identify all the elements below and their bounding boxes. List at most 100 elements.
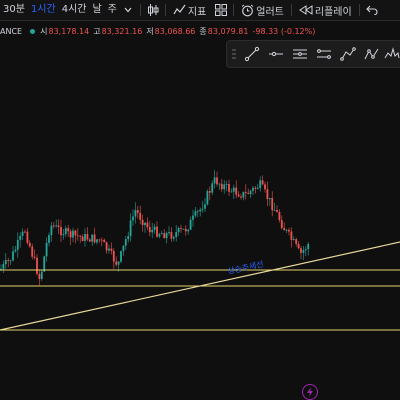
candle-body [4,259,7,265]
candle-body [211,183,214,193]
interval-4h[interactable]: 4시간 [59,0,90,20]
candle-body [165,233,168,239]
replay-icon [298,5,313,15]
candle-body [261,180,264,185]
candle-body [91,234,94,242]
candle-body [177,227,180,233]
symbol-name[interactable]: ANCE [0,27,22,36]
candle-body [302,250,305,253]
candle-body [280,220,283,229]
candle-body [146,222,149,228]
candle-body [7,259,10,261]
close-value: 83,079.81 [207,26,249,36]
candle-body [93,234,96,243]
candle-body [225,183,228,185]
candle-body [206,191,209,205]
candle-body [240,196,242,198]
undo-icon[interactable] [364,2,380,18]
trend-line-icon [244,46,260,62]
candle-body [235,187,238,195]
candle-body [14,249,17,252]
candle-body [86,234,89,240]
toolbar-divider [233,4,235,16]
replay-button[interactable]: 리플레이 [296,3,355,18]
price-chart[interactable]: 상승추세선 [0,70,400,400]
candle-body [148,227,151,233]
candle-body [60,227,62,236]
parallel-channel-icon [317,49,331,59]
layouts-grid-icon[interactable] [213,2,229,18]
candle-body [132,216,134,221]
horizontal-lines-tool[interactable] [290,44,310,64]
candle-body [156,226,158,237]
candle-body [201,208,204,210]
toolbar-divider [290,4,292,16]
drag-handle-icon[interactable] [232,48,236,60]
fib-retracement-tool[interactable] [338,44,358,64]
indicators-button[interactable]: 지표 [170,3,209,18]
candlestick-icon[interactable] [145,2,161,18]
candle-body [100,239,103,241]
symbol-legend: ANCE 시 83,178.14 고 83,321.16 저 83,068.66… [0,24,319,38]
head-shoulders-icon [384,47,400,59]
candle-body [220,183,223,190]
candle-body [48,235,50,243]
candle-body [69,231,72,238]
horizontal-lines-icon [293,49,307,59]
candle-body [307,243,310,250]
parallel-channel-tool[interactable] [314,44,334,64]
candle-body [28,242,31,247]
candle-body [38,273,41,280]
candle-body [158,234,161,237]
candle-body [31,246,34,257]
head-shoulders-pattern-tool[interactable] [382,44,400,64]
candle-body [124,239,127,246]
interval-1h[interactable]: 1시간 [28,0,59,20]
candle-body [168,232,170,234]
candle-body [72,230,74,238]
candle-body [120,251,122,262]
candle-body [12,251,14,261]
ray-tool[interactable] [266,44,286,64]
candle-body [98,239,101,241]
low-value: 83,068.66 [154,26,196,36]
candle-body [232,187,235,192]
candle-body [295,239,298,244]
candle-body [271,198,274,211]
candle-body [230,191,233,193]
candle-body [172,237,175,239]
candle-body [115,261,118,265]
candle-body [2,264,5,269]
toolbar-divider [358,4,360,16]
candle-body [74,230,77,236]
candle-body [26,231,29,243]
candle-body [249,190,252,195]
alert-button[interactable]: 얼러트 [238,3,287,18]
lightning-icon[interactable] [302,384,318,400]
candle-body [160,233,163,235]
candle-body [180,227,182,229]
interval-30m[interactable]: 30분 [0,0,28,20]
ray-icon [269,51,283,57]
candle-body [40,271,43,280]
interval-dropdown-icon[interactable] [120,2,136,18]
candle-body [237,194,240,197]
drawing-toolbar [226,40,400,68]
alarm-clock-icon [241,4,254,16]
candle-body [64,228,67,235]
candle-body [122,245,125,252]
toolbar-divider [164,4,166,16]
trend-line-tool[interactable] [242,44,262,64]
abcd-pattern-tool[interactable] [362,44,382,64]
candle-body [256,188,259,189]
toolbar-divider [139,4,141,16]
candle-body [84,234,86,242]
candle-body [129,220,132,237]
candle-body [76,235,79,237]
replay-label: 리플레이 [314,6,352,18]
interval-day[interactable]: 날 [89,0,104,20]
candle-body [285,229,288,231]
candle-body [254,187,257,189]
candle-body [33,256,36,258]
interval-week[interactable]: 주 [105,0,120,20]
